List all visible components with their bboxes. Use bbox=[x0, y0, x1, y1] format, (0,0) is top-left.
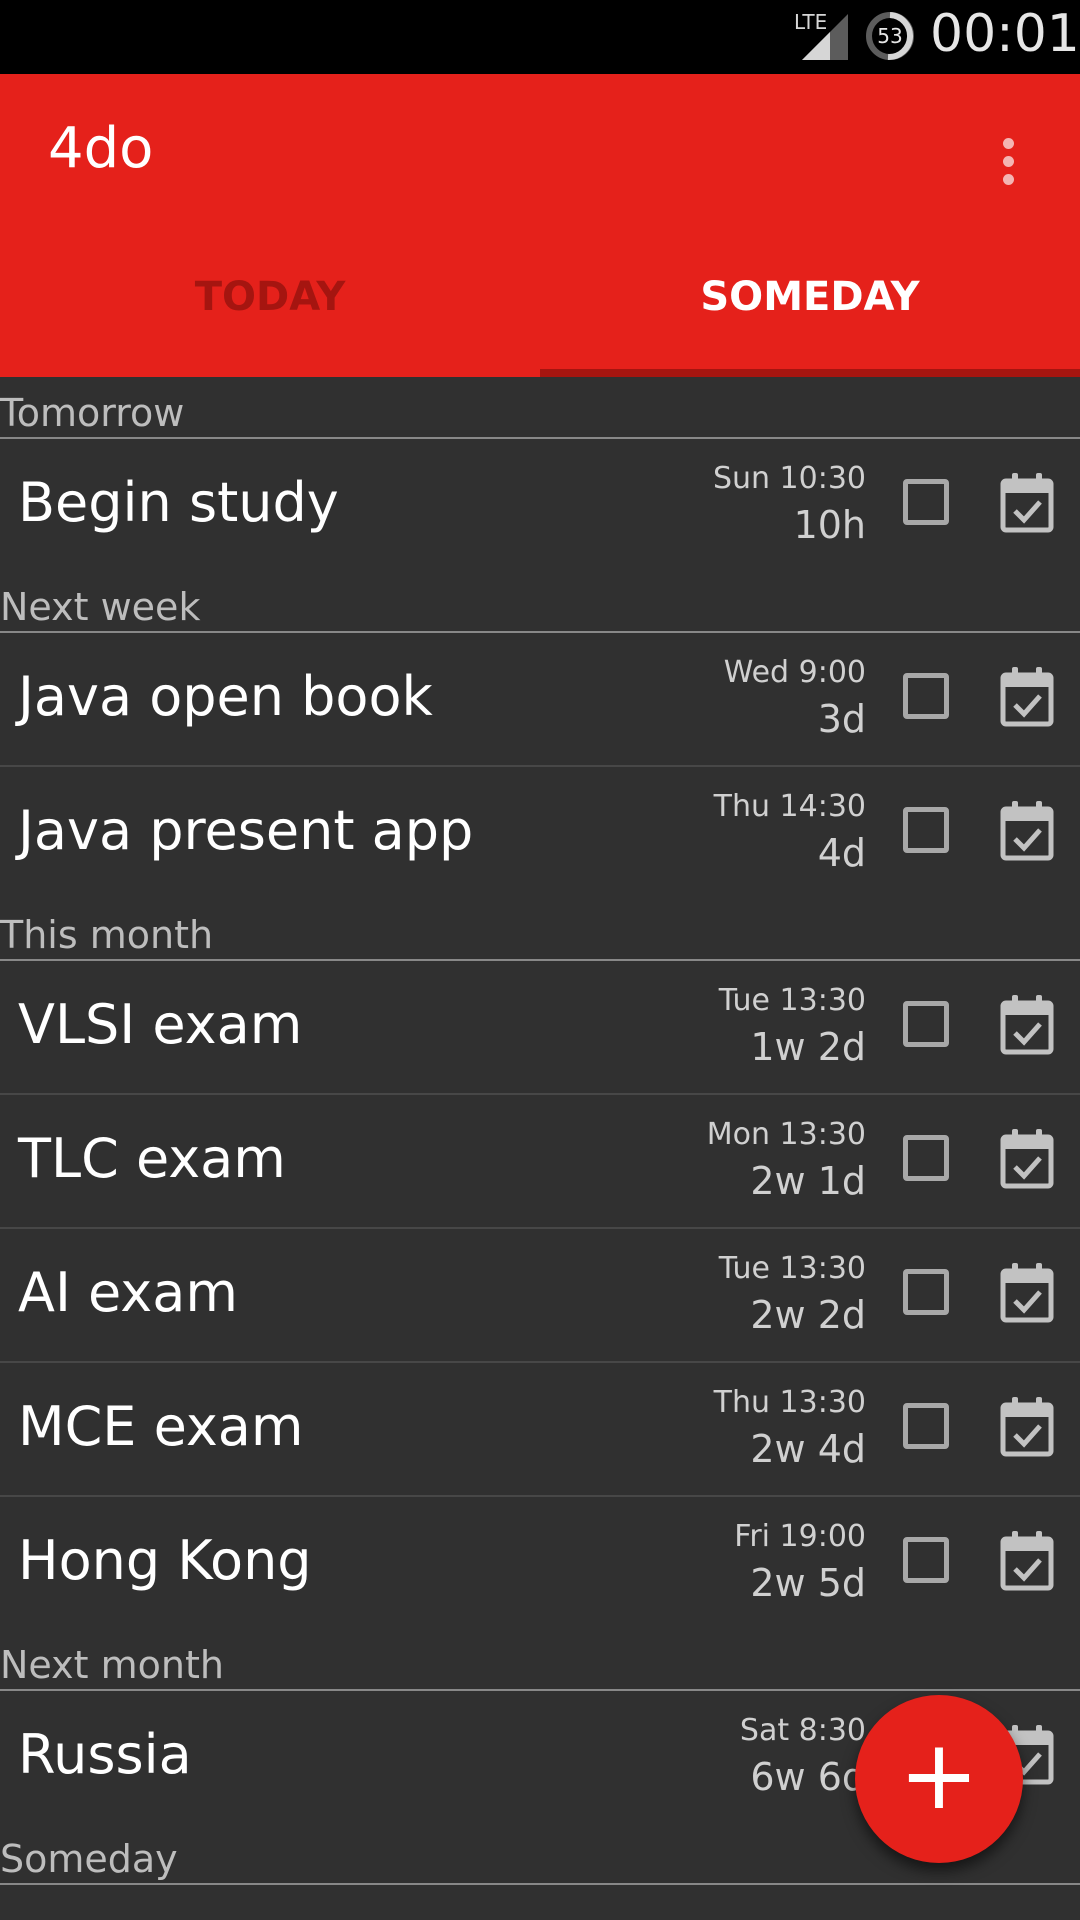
task-time-remaining: 2w 4d bbox=[750, 1427, 866, 1471]
task-time-remaining: 2w 2d bbox=[750, 1293, 866, 1337]
task-checkbox[interactable] bbox=[903, 1001, 949, 1047]
add-task-button[interactable]: + bbox=[855, 1695, 1023, 1863]
task-checkbox[interactable] bbox=[903, 1403, 949, 1449]
signal-icon bbox=[802, 14, 848, 60]
task-due-date: Mon 13:30 bbox=[706, 1117, 866, 1152]
task-checkbox[interactable] bbox=[903, 1269, 949, 1315]
task-due-date: Sat 8:30 bbox=[739, 1713, 866, 1748]
task-title: Russia bbox=[18, 1723, 192, 1786]
app-title: 4do bbox=[48, 116, 154, 181]
task-row[interactable]: Java present app Thu 14:30 4d bbox=[0, 767, 1080, 899]
tab-indicator bbox=[540, 369, 1080, 377]
task-time-remaining: 2w 1d bbox=[750, 1159, 866, 1203]
section-header: Tomorrow bbox=[0, 377, 1080, 439]
section-title: This month bbox=[0, 913, 214, 957]
battery-level: 53 bbox=[877, 24, 903, 48]
task-time-remaining: 6w 6d bbox=[750, 1755, 866, 1799]
task-row[interactable]: AI exam Tue 13:30 2w 2d bbox=[0, 1229, 1080, 1363]
task-row[interactable]: Java open book Wed 9:00 3d bbox=[0, 633, 1080, 767]
task-due-date: Wed 9:00 bbox=[723, 655, 866, 690]
task-row[interactable]: Hong Kong Fri 19:00 2w 5d bbox=[0, 1497, 1080, 1629]
calendar-check-icon[interactable] bbox=[1000, 993, 1054, 1055]
task-title: MCE exam bbox=[18, 1395, 304, 1458]
task-checkbox[interactable] bbox=[903, 807, 949, 853]
calendar-check-icon[interactable] bbox=[1000, 1127, 1054, 1189]
section-title: Someday bbox=[0, 1837, 178, 1881]
task-time-remaining: 1w 2d bbox=[750, 1025, 866, 1069]
task-list: Tomorrow Begin study Sun 10:30 10h Next week… bbox=[0, 377, 1080, 1885]
task-time-remaining: 3d bbox=[817, 697, 866, 741]
tab-someday[interactable]: SOMEDAY bbox=[540, 274, 1080, 320]
task-checkbox[interactable] bbox=[903, 673, 949, 719]
task-time-remaining: 4d bbox=[817, 831, 866, 875]
task-title: Java present app bbox=[18, 799, 474, 862]
task-row[interactable]: Begin study Sun 10:30 10h bbox=[0, 439, 1080, 571]
task-row[interactable]: TLC exam Mon 13:30 2w 1d bbox=[0, 1095, 1080, 1229]
section-title: Tomorrow bbox=[0, 391, 185, 435]
task-due-date: Thu 13:30 bbox=[713, 1385, 866, 1420]
more-options-icon[interactable] bbox=[990, 132, 1026, 192]
task-title: TLC exam bbox=[18, 1127, 286, 1190]
status-bar: LTE 53 00:01 bbox=[0, 0, 1080, 74]
section-title: Next month bbox=[0, 1643, 224, 1687]
calendar-check-icon[interactable] bbox=[1000, 665, 1054, 727]
app-bar: 4do TODAY SOMEDAY bbox=[0, 74, 1080, 377]
task-time-remaining: 2w 5d bbox=[750, 1561, 866, 1605]
clock: 00:01 bbox=[930, 4, 1080, 64]
task-due-date: Tue 13:30 bbox=[718, 983, 866, 1018]
task-row[interactable]: VLSI exam Tue 13:30 1w 2d bbox=[0, 961, 1080, 1095]
task-due-date: Fri 19:00 bbox=[734, 1519, 866, 1554]
task-title: VLSI exam bbox=[18, 993, 303, 1056]
task-title: Begin study bbox=[18, 471, 339, 534]
section-header: This month bbox=[0, 899, 1080, 961]
section-header: Next week bbox=[0, 571, 1080, 633]
task-due-date: Sun 10:30 bbox=[712, 461, 866, 496]
task-title: AI exam bbox=[18, 1261, 238, 1324]
tab-today[interactable]: TODAY bbox=[0, 274, 540, 320]
task-time-remaining: 10h bbox=[793, 503, 866, 547]
calendar-check-icon[interactable] bbox=[1000, 1529, 1054, 1591]
task-checkbox[interactable] bbox=[903, 1537, 949, 1583]
calendar-check-icon[interactable] bbox=[1000, 1261, 1054, 1323]
calendar-check-icon[interactable] bbox=[1000, 1395, 1054, 1457]
task-title: Hong Kong bbox=[18, 1529, 312, 1592]
section-header: Next month bbox=[0, 1629, 1080, 1691]
task-checkbox[interactable] bbox=[903, 479, 949, 525]
calendar-check-icon[interactable] bbox=[1000, 799, 1054, 861]
battery-icon: 53 bbox=[864, 10, 916, 62]
task-row[interactable]: MCE exam Thu 13:30 2w 4d bbox=[0, 1363, 1080, 1497]
task-checkbox[interactable] bbox=[903, 1135, 949, 1181]
calendar-check-icon[interactable] bbox=[1000, 471, 1054, 533]
task-title: Java open book bbox=[18, 665, 433, 728]
task-due-date: Tue 13:30 bbox=[718, 1251, 866, 1286]
task-due-date: Thu 14:30 bbox=[713, 789, 866, 824]
section-title: Next week bbox=[0, 585, 201, 629]
